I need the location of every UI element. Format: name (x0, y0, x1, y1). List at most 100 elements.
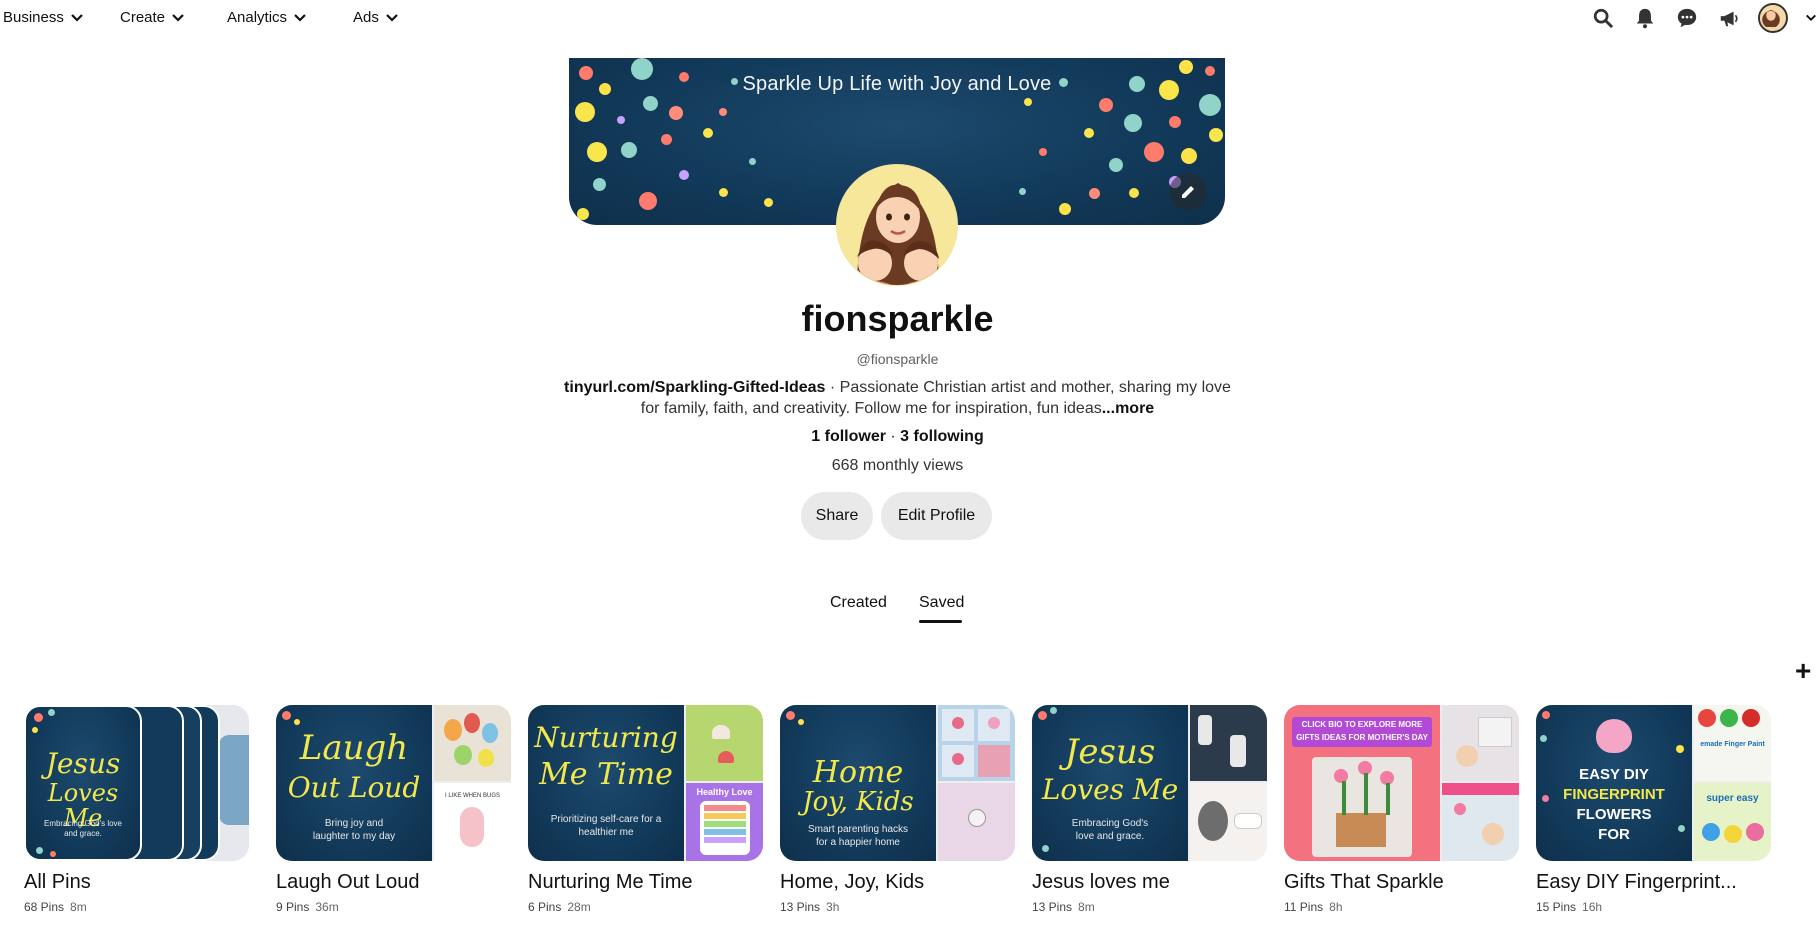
messages-icon (1677, 8, 1697, 28)
board-side-image (686, 705, 763, 781)
board-cover-caption: Bring joy and laughter to my day (312, 818, 396, 842)
account-menu-button[interactable] (1804, 5, 1818, 31)
board-meta: 13 Pins 8m (1032, 900, 1267, 914)
board-card[interactable]: CLICK BIO TO EXPLORE MORE GIFTS IDEAS FO… (1284, 705, 1519, 914)
side-caption: Healthy Love (696, 787, 753, 797)
board-cover-line: FLOWERS (1576, 806, 1652, 823)
search-icon (1593, 8, 1613, 28)
board-cover[interactable]: CLICK BIO TO EXPLORE MORE GIFTS IDEAS FO… (1284, 705, 1519, 861)
board-card[interactable]: Nurturing Me Time Prioritizing self-care… (528, 705, 763, 914)
active-tab-indicator (919, 620, 962, 623)
board-pin-count: 13 Pins (1032, 900, 1073, 914)
board-cover-line: Out Loud (287, 771, 421, 804)
board-updated-time: 8h (1329, 900, 1343, 914)
board-side-image (938, 705, 1015, 781)
board-cover-line: FOR (1598, 826, 1630, 843)
top-navigation: Business Create Analytics Ads (0, 0, 1818, 34)
tab-saved[interactable]: Saved (919, 594, 964, 612)
board-side-image: I LIKE WHEN BUGS (434, 783, 511, 861)
board-cover[interactable]: Jesus Loves Me Embracing God's love and … (1032, 705, 1267, 861)
bio-website-link[interactable]: tinyurl.com/Sparkling-Gifted-Ideas (564, 379, 825, 396)
board-cover-line: Me Time (539, 757, 673, 792)
board-cover[interactable]: Home Joy, Kids Smart parenting hacks for… (780, 705, 1015, 861)
board-cover-line: Laugh (299, 728, 409, 768)
business-menu[interactable]: Business (3, 9, 84, 26)
board-card[interactable]: Laugh Out Loud Bring joy and laughter to… (276, 705, 511, 914)
board-title[interactable]: Gifts That Sparkle (1284, 871, 1519, 894)
profile-avatar[interactable] (836, 164, 958, 286)
create-board-button[interactable]: + (1795, 655, 1811, 687)
board-pin-count: 9 Pins (276, 900, 310, 914)
create-menu[interactable]: Create (120, 9, 185, 26)
create-menu-label: Create (120, 9, 166, 26)
followers-link[interactable]: 1 follower (811, 428, 886, 445)
announcements-icon (1720, 11, 1738, 27)
chevron-down-icon (1806, 14, 1816, 22)
board-title[interactable]: All Pins (24, 871, 259, 894)
board-cover-caption: Embracing God's love and grace. (43, 819, 122, 838)
board-meta: 13 Pins 3h (780, 900, 1015, 914)
share-button[interactable]: Share (801, 492, 873, 540)
board-title[interactable]: Laugh Out Loud (276, 871, 511, 894)
board-cover-line: Jesus (45, 747, 121, 780)
board-card[interactable]: Home Joy, Kids Smart parenting hacks for… (780, 705, 1015, 914)
board-side-image (1442, 783, 1519, 861)
board-side-image: Healthy Love (686, 783, 763, 861)
board-cover-caption: Smart parenting hacks for a happier home (807, 824, 909, 848)
board-cover-line: Jesus (1064, 732, 1156, 772)
board-updated-time: 36m (315, 900, 339, 914)
board-updated-time: 16h (1582, 900, 1603, 914)
board-card[interactable]: Jesus Loves Me Embracing God's love and … (24, 705, 259, 914)
board-cover[interactable]: EASY DIY FINGERPRINT FLOWERS FOR emade F… (1536, 705, 1771, 861)
board-pin-count: 13 Pins (780, 900, 821, 914)
analytics-menu[interactable]: Analytics (227, 9, 307, 26)
messages-button[interactable] (1674, 5, 1700, 31)
edit-profile-button[interactable]: Edit Profile (881, 492, 992, 540)
side-caption: I LIKE WHEN BUGS (444, 793, 500, 799)
board-cover-line: Nurturing (534, 721, 678, 754)
profile-bio: tinyurl.com/Sparkling-Gifted-Ideas · Pas… (560, 377, 1235, 419)
chevron-down-icon (294, 13, 306, 22)
follow-separator: · (885, 428, 901, 445)
ads-menu[interactable]: Ads (353, 9, 399, 26)
bio-more-link[interactable]: ...more (1102, 400, 1154, 417)
board-cover-caption: Prioritizing self-care for a healthier m… (550, 814, 662, 838)
board-title[interactable]: Nurturing Me Time (528, 871, 763, 894)
monthly-views: 668 monthly views (831, 457, 964, 474)
business-menu-label: Business (3, 9, 64, 26)
board-side-image (1442, 705, 1519, 781)
edit-cover-button[interactable] (1169, 173, 1207, 211)
board-updated-time: 8m (70, 900, 87, 914)
board-title[interactable]: Easy DIY Fingerprint... (1536, 871, 1771, 894)
board-cover[interactable]: Laugh Out Loud Bring joy and laughter to… (276, 705, 511, 861)
side-caption: emade Finger Paint (1700, 741, 1765, 748)
tab-created[interactable]: Created (830, 594, 887, 612)
board-meta: 68 Pins 8m (24, 900, 259, 914)
chevron-down-icon (71, 13, 83, 22)
following-link[interactable]: 3 following (900, 428, 984, 445)
board-updated-time: 8m (1078, 900, 1095, 914)
board-card[interactable]: Jesus Loves Me Embracing God's love and … (1032, 705, 1267, 914)
board-cover[interactable]: Nurturing Me Time Prioritizing self-care… (528, 705, 763, 861)
board-cover-line: Loves Me (1041, 773, 1179, 806)
chevron-down-icon (386, 13, 398, 22)
board-cover-line: GIFTS IDEAS FOR MOTHER'S DAY (1296, 733, 1428, 742)
board-title[interactable]: Home, Joy, Kids (780, 871, 1015, 894)
follow-stats: 1 follower · 3 following (0, 428, 1795, 446)
board-title[interactable]: Jesus loves me (1032, 871, 1267, 894)
board-side-image (1190, 783, 1267, 861)
ads-menu-label: Ads (353, 9, 379, 26)
board-meta: 15 Pins 16h (1536, 900, 1771, 914)
board-side-image (434, 705, 511, 781)
board-meta: 6 Pins 28m (528, 900, 763, 914)
search-button[interactable] (1590, 5, 1616, 31)
profile-name: fionsparkle (801, 298, 994, 339)
board-pin-count: 6 Pins (528, 900, 562, 914)
board-updated-time: 28m (567, 900, 591, 914)
board-cover[interactable]: Jesus Loves Me Embracing God's love and … (24, 705, 259, 861)
board-card[interactable]: EASY DIY FINGERPRINT FLOWERS FOR emade F… (1536, 705, 1771, 914)
cover-title: Sparkle Up Life with Joy and Love (742, 73, 1052, 95)
notifications-button[interactable] (1632, 5, 1658, 31)
announcements-button[interactable] (1716, 5, 1742, 31)
account-avatar[interactable] (1758, 3, 1788, 33)
